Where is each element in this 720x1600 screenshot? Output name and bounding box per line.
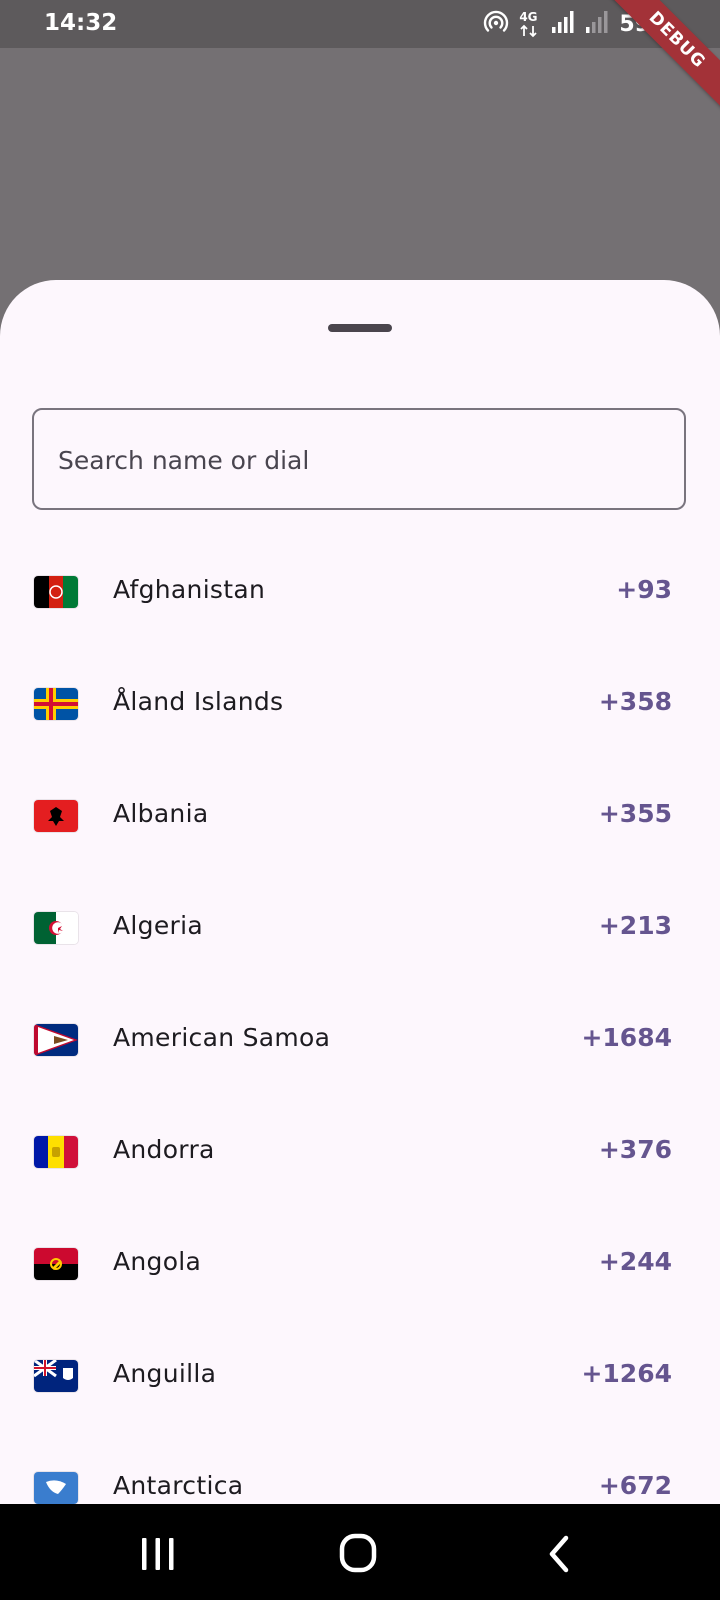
hotspot-icon [483, 9, 509, 40]
flag-angola-icon [34, 1248, 78, 1280]
country-row-american-samoa[interactable]: American Samoa +1684 [0, 988, 720, 1100]
dial-code: +1684 [581, 1023, 672, 1052]
recents-icon[interactable] [134, 1532, 182, 1576]
home-icon[interactable] [336, 1532, 384, 1576]
dial-code: +1264 [581, 1359, 672, 1388]
country-row-albania[interactable]: Albania +355 [0, 764, 720, 876]
country-row-afghanistan[interactable]: Afghanistan +93 [0, 540, 720, 652]
country-row-antarctica[interactable]: Antarctica +672 [0, 1436, 720, 1504]
drag-handle[interactable] [328, 324, 392, 332]
country-name: Algeria [113, 911, 203, 940]
country-row-angola[interactable]: Angola +244 [0, 1212, 720, 1324]
country-name: Anguilla [113, 1359, 217, 1388]
signal-icon [551, 10, 575, 39]
flag-aland-islands-icon [34, 688, 78, 720]
flag-antarctica-icon [34, 1472, 78, 1504]
dial-code: +355 [598, 799, 672, 828]
4g-icon: 4G [519, 10, 541, 38]
flag-albania-icon [34, 800, 78, 832]
flag-anguilla-icon [34, 1360, 78, 1392]
country-name: Antarctica [113, 1471, 244, 1500]
dial-code: +376 [598, 1135, 672, 1164]
country-row-anguilla[interactable]: Anguilla +1264 [0, 1324, 720, 1436]
dial-code: +358 [598, 687, 672, 716]
dial-code: +93 [616, 575, 672, 604]
search-field[interactable] [32, 408, 686, 510]
country-row-algeria[interactable]: Algeria +213 [0, 876, 720, 988]
country-name: Afghanistan [113, 575, 266, 604]
country-name: Åland Islands [113, 687, 284, 716]
country-name: Angola [113, 1247, 202, 1276]
flag-andorra-icon [34, 1136, 78, 1168]
back-icon[interactable] [540, 1532, 588, 1576]
country-list: Afghanistan +93 Åland Islands +358 Alban… [0, 540, 720, 1504]
flag-american-samoa-icon [34, 1024, 78, 1056]
country-name: Albania [113, 799, 209, 828]
flag-algeria-icon [34, 912, 78, 944]
navigation-bar [0, 1504, 720, 1600]
search-input[interactable] [56, 410, 660, 510]
status-time: 14:32 [44, 10, 118, 36]
country-row-aland-islands[interactable]: Åland Islands +358 [0, 652, 720, 764]
flag-afghanistan-icon [34, 576, 78, 608]
dial-code: +672 [598, 1471, 672, 1500]
country-row-andorra[interactable]: Andorra +376 [0, 1100, 720, 1212]
country-name: American Samoa [113, 1023, 331, 1052]
dial-code: +213 [598, 911, 672, 940]
country-picker-sheet: Afghanistan +93 Åland Islands +358 Alban… [0, 280, 720, 1504]
dial-code: +244 [598, 1247, 672, 1276]
country-name: Andorra [113, 1135, 215, 1164]
signal-weak-icon [585, 10, 609, 39]
status-bar: 14:32 4G 59% [0, 0, 720, 48]
